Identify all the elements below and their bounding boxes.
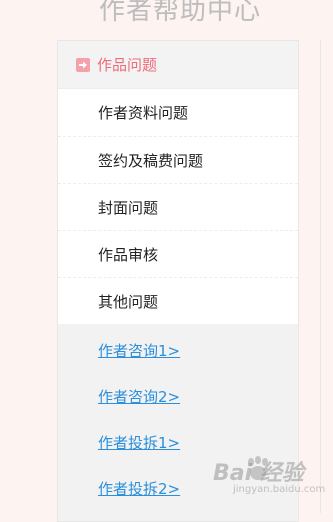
link-consult-2[interactable]: 作者咨询2>	[58, 374, 298, 420]
menu-list: 作者资料问题 签约及稿费问题 封面问题 作品审核 其他问题	[58, 89, 298, 324]
link-consult-1[interactable]: 作者咨询1>	[58, 328, 298, 374]
menu-item-cover[interactable]: 封面问题	[58, 183, 298, 230]
watermark-text: Bai 经验	[213, 461, 304, 486]
menu-item-author-profile[interactable]: 作者资料问题	[58, 89, 298, 136]
content-edge	[320, 40, 333, 513]
help-sidebar: 作品问题 作者资料问题 签约及稿费问题 封面问题 作品审核 其他问题 作者咨询1…	[57, 40, 299, 522]
category-header[interactable]: 作品问题	[58, 41, 298, 89]
arrow-right-icon	[76, 57, 90, 72]
menu-item-other[interactable]: 其他问题	[58, 277, 298, 324]
menu-item-contract-fees[interactable]: 签约及稿费问题	[58, 136, 298, 183]
page-title: 作者帮助中心	[98, 0, 261, 26]
watermark-url: jingyan.baidu.com	[233, 484, 326, 495]
menu-item-review[interactable]: 作品审核	[58, 230, 298, 277]
category-label: 作品问题	[97, 56, 158, 74]
